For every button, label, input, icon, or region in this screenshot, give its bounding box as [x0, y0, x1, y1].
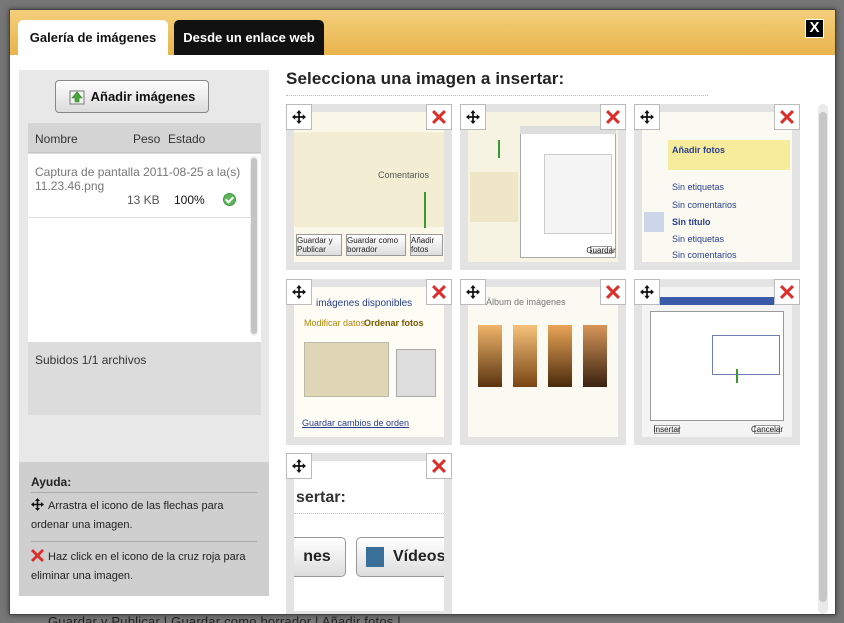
divider: [31, 541, 257, 542]
thumb-text: imágenes disponibles: [316, 298, 413, 309]
move-arrows-icon[interactable]: [634, 279, 660, 305]
thumb-text: Cancelar: [751, 425, 784, 434]
move-arrows-icon[interactable]: [634, 104, 660, 130]
thumbnail-image[interactable]: Insertar Cancelar: [642, 287, 792, 437]
help-title: Ayuda:: [31, 475, 72, 489]
column-size: Peso: [133, 132, 161, 146]
image-thumbnail[interactable]: Comentarios Guardar y Publicar Guardar c…: [286, 104, 452, 270]
image-thumbnail[interactable]: Insertar Cancelar: [634, 279, 800, 445]
image-grid-scrollbar[interactable]: [818, 104, 828, 614]
help-move-row: Arrastra el icono de las flechas para or…: [31, 497, 257, 535]
divider: [286, 95, 708, 96]
delete-icon[interactable]: [774, 104, 800, 130]
upload-list-header: Nombre Peso Estado: [28, 123, 261, 153]
thumb-text: Comentarios: [378, 170, 430, 180]
list-item: Captura de pantalla 2011-08-25 a la(s) 1…: [28, 154, 250, 218]
move-arrows-icon[interactable]: [460, 104, 486, 130]
image-thumbnail[interactable]: imágenes disponibles Modificar datos Ord…: [286, 279, 452, 445]
close-button[interactable]: X: [805, 19, 824, 38]
divider: [31, 492, 257, 493]
thumb-text: Sin título: [672, 217, 711, 227]
thumb-text: Sin etiquetas: [672, 234, 725, 244]
image-thumbnail[interactable]: Guardar: [460, 104, 626, 270]
column-status: Estado: [168, 132, 206, 146]
thumb-text: Ordenar fotos: [364, 318, 424, 328]
thumb-text: sertar:: [296, 489, 346, 506]
thumb-text: Guardar cambios de orden: [302, 418, 410, 428]
thumb-text: Sin comentarios: [672, 200, 737, 210]
tab-gallery[interactable]: Galería de imágenes: [18, 20, 168, 55]
page-title: Selecciona una imagen a insertar:: [286, 69, 565, 88]
move-arrows-icon[interactable]: [460, 279, 486, 305]
delete-icon[interactable]: [774, 279, 800, 305]
thumbnail-image[interactable]: sertar: nes Vídeos: [294, 461, 444, 611]
background-toolbar-text: Guardar y Publicar | Guardar como borrad…: [48, 614, 401, 623]
move-arrows-icon: [31, 498, 44, 511]
tab-web-link[interactable]: Desde un enlace web: [174, 20, 324, 55]
thumbnail-image[interactable]: Comentarios Guardar y Publicar Guardar c…: [294, 112, 444, 262]
help-move-text: Arrastra el icono de las flechas para or…: [31, 500, 224, 531]
thumbnail-image[interactable]: Guardar: [468, 112, 618, 262]
help-delete-row: Haz click en el icono de la cruz roja pa…: [31, 548, 257, 586]
thumb-text: Álbum de imágenes: [486, 297, 566, 307]
move-arrows-icon[interactable]: [286, 104, 312, 130]
thumb-text: Añadir fotos: [410, 234, 443, 256]
upload-summary: Subidos 1/1 archivos: [35, 353, 147, 367]
thumb-text: Guardar: [586, 245, 616, 255]
thumb-text: Guardar y Publicar: [296, 234, 342, 256]
red-cross-icon: [31, 549, 44, 562]
image-grid: Comentarios Guardar y Publicar Guardar c…: [286, 104, 806, 614]
column-name: Nombre: [35, 132, 78, 146]
check-icon: [223, 193, 236, 206]
thumb-text: nes: [294, 537, 346, 577]
thumb-text: Modificar datos: [304, 318, 366, 328]
upload-panel: Añadir imágenes Nombre Peso Estado Captu…: [19, 70, 269, 596]
delete-icon[interactable]: [600, 104, 626, 130]
thumb-text: Sin comentarios: [672, 250, 737, 260]
thumbnail-image[interactable]: Álbum de imágenes: [468, 287, 618, 437]
help-delete-text: Haz click en el icono de la cruz roja pa…: [31, 551, 246, 582]
delete-icon[interactable]: [426, 279, 452, 305]
dialog-header: Galería de imágenes Desde un enlace web …: [10, 10, 835, 55]
add-images-button[interactable]: Añadir imágenes: [55, 80, 209, 113]
add-images-label: Añadir imágenes: [90, 89, 196, 104]
move-arrows-icon[interactable]: [286, 279, 312, 305]
image-thumbnail[interactable]: sertar: nes Vídeos: [286, 453, 452, 614]
delete-icon[interactable]: [600, 279, 626, 305]
thumb-text: Añadir fotos: [672, 145, 725, 155]
image-thumbnail[interactable]: Álbum de imágenes: [460, 279, 626, 445]
thumb-text: Sin etiquetas: [672, 182, 725, 192]
thumbnail-image[interactable]: Añadir fotos Sin etiquetas Sin comentari…: [642, 112, 792, 262]
thumb-text: Guardar como borrador: [346, 234, 406, 256]
upload-icon: [69, 89, 85, 105]
thumbnail-image[interactable]: imágenes disponibles Modificar datos Ord…: [294, 287, 444, 437]
image-thumbnail[interactable]: Añadir fotos Sin etiquetas Sin comentari…: [634, 104, 800, 270]
file-name: Captura de pantalla 2011-08-25 a la(s) 1…: [35, 165, 241, 193]
image-insert-dialog: Galería de imágenes Desde un enlace web …: [9, 9, 836, 615]
help-box: Ayuda: Arrastra el icono de las flechas …: [19, 462, 269, 596]
upload-list-body: Captura de pantalla 2011-08-25 a la(s) 1…: [28, 154, 261, 342]
move-arrows-icon[interactable]: [286, 453, 312, 479]
upload-list: Nombre Peso Estado Captura de pantalla 2…: [28, 123, 261, 415]
delete-icon[interactable]: [426, 453, 452, 479]
thumb-text: Insertar: [653, 425, 681, 434]
delete-icon[interactable]: [426, 104, 452, 130]
file-progress: 100%: [174, 193, 205, 207]
file-size: 13 KB: [127, 193, 160, 207]
upload-list-scrollbar[interactable]: [250, 156, 258, 336]
